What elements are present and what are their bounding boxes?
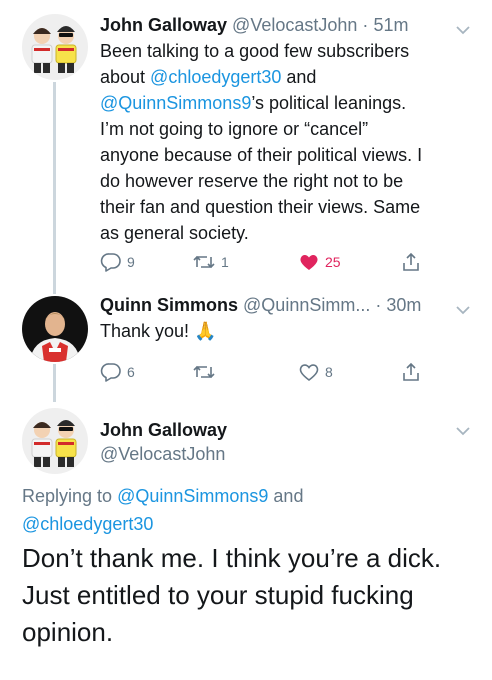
retweet-icon (192, 251, 216, 273)
tweet-actions: 9 1 25 (100, 250, 440, 274)
reply-button[interactable]: 9 (100, 250, 135, 274)
author-name[interactable]: John Galloway (100, 418, 227, 442)
author-handle[interactable]: @VelocastJohn (232, 15, 357, 35)
retweet-button[interactable]: 1 (192, 250, 229, 274)
replying-mention-chloe[interactable]: @chloedygert30 (22, 514, 153, 534)
author-handle[interactable]: @VelocastJohn (100, 442, 225, 466)
timestamp[interactable]: 51m (373, 15, 408, 35)
heart-icon (298, 361, 320, 383)
chevron-down-icon[interactable] (454, 424, 472, 438)
focused-tweet[interactable]: John Galloway @VelocastJohn Replying to … (0, 404, 492, 680)
like-count: 8 (325, 364, 333, 380)
avatar-john-galloway[interactable] (22, 408, 88, 474)
share-button[interactable] (400, 250, 422, 274)
reply-count: 9 (127, 254, 135, 270)
author-name[interactable]: Quinn Simmons (100, 295, 238, 315)
tweet-line: Don’t thank me. I think you’re a dick. (22, 543, 442, 573)
heart-icon (298, 251, 320, 273)
retweet-button[interactable] (192, 360, 221, 384)
separator-dot: · (375, 295, 382, 315)
tweet-line: Been talking to a good few subscribers (100, 41, 410, 61)
tweet-text: Been talking to a good few subscribers a… (100, 38, 472, 246)
avatar-quinn-simmons[interactable] (22, 296, 88, 362)
tweet-line: Just entitled to your stupid fucking (22, 580, 414, 610)
retweet-count: 1 (221, 254, 229, 270)
reply-button[interactable]: 6 (100, 360, 135, 384)
like-count: 25 (325, 254, 341, 270)
tweet-line: do however reserve the right not to be (100, 171, 404, 191)
separator-dot: · (362, 15, 369, 35)
tweet-line: @QuinnSimmons9’s political leanings. (100, 93, 407, 113)
thread-line (53, 82, 56, 294)
tweet-line: anyone because of their political views.… (100, 145, 423, 165)
focused-tweet-text: Don’t thank me. I think you’re a dick. J… (22, 540, 472, 651)
share-button[interactable] (400, 360, 422, 384)
tweet-actions: 6 8 (100, 360, 440, 384)
replying-to: Replying to @QuinnSimmons9 and @chloedyg… (22, 482, 472, 538)
tweet-2[interactable]: Quinn Simmons @QuinnSimm... · 30m Thank … (0, 292, 492, 402)
tweet-line: I’m not going to ignore or “cancel” (100, 119, 369, 139)
mention-link[interactable]: @QuinnSimmons9 (100, 93, 251, 113)
replying-and: and (268, 486, 304, 506)
share-icon (400, 251, 422, 273)
share-icon (400, 361, 422, 383)
thread-line (53, 364, 56, 402)
tweet-text: Thank you! 🙏 (100, 321, 217, 341)
replying-mention-quinn[interactable]: @QuinnSimmons9 (117, 486, 268, 506)
chevron-down-icon[interactable] (454, 298, 472, 315)
tweet-1[interactable]: John Galloway @VelocastJohn · 51m Been t… (0, 12, 492, 294)
timestamp[interactable]: 30m (386, 295, 421, 315)
reply-count: 6 (127, 364, 135, 380)
tweet-line: about @chloedygert30 and (100, 67, 317, 87)
tweet-header: Quinn Simmons @QuinnSimm... · 30m (100, 292, 472, 318)
reply-icon (100, 361, 122, 383)
like-button[interactable]: 8 (298, 360, 333, 384)
reply-icon (100, 251, 122, 273)
chevron-down-icon[interactable] (454, 18, 472, 35)
tweet-header: John Galloway @VelocastJohn · 51m (100, 12, 472, 38)
replying-label: Replying to (22, 486, 113, 506)
retweet-icon (192, 361, 216, 383)
tweet-line: opinion. (22, 617, 114, 647)
like-button[interactable]: 25 (298, 250, 341, 274)
author-name[interactable]: John Galloway (100, 15, 227, 35)
tweet-line: as general society. (100, 223, 249, 243)
mention-link[interactable]: @chloedygert30 (150, 67, 281, 87)
tweet-line: their fan and question their views. Same (100, 197, 421, 217)
avatar-john-galloway[interactable] (22, 14, 88, 80)
author-handle[interactable]: @QuinnSimm... (243, 295, 370, 315)
